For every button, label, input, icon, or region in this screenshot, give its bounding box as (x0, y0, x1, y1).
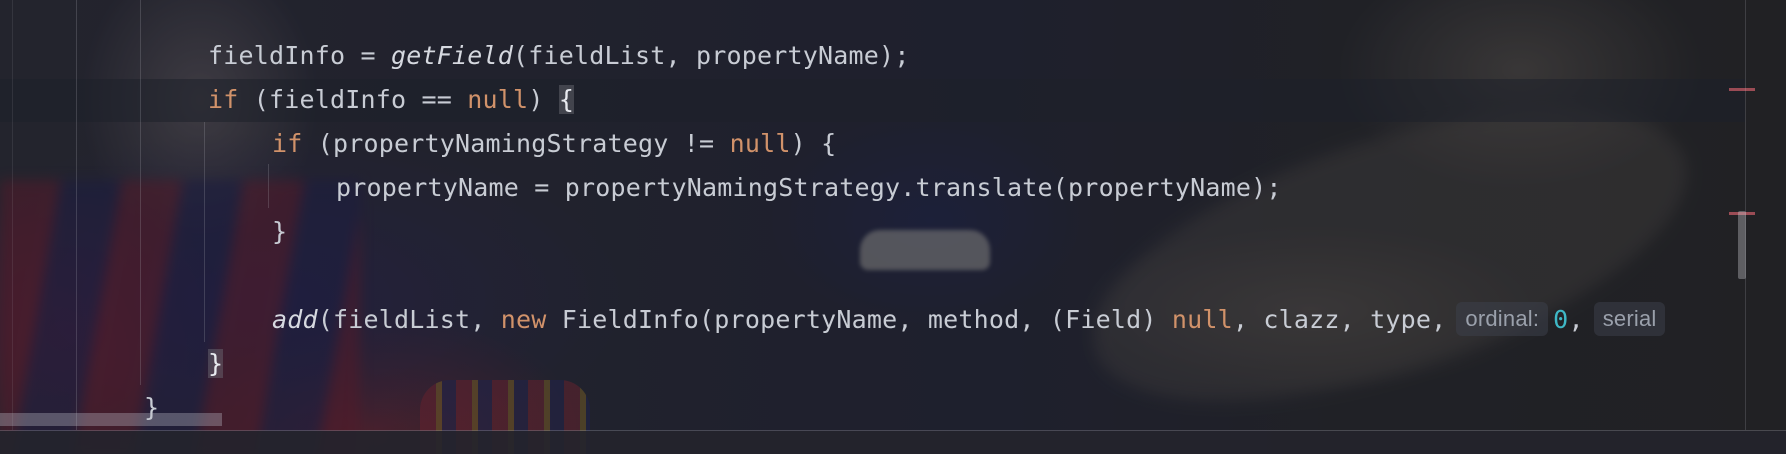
editor-right-margin (1745, 0, 1746, 430)
code-token-method: add (272, 305, 318, 334)
matched-brace: { (558, 85, 575, 114)
code-token: propertyName = propertyNamingStrategy.tr… (336, 173, 1282, 202)
code-token-keyword: null (1171, 305, 1233, 334)
code-token: fieldInfo = (208, 41, 392, 70)
code-token: , (1568, 305, 1584, 334)
code-line-5[interactable]: } (272, 210, 287, 254)
error-stripe-marker[interactable] (1729, 88, 1755, 91)
indent-guide (76, 0, 77, 430)
code-token-number: 0 (1553, 305, 1569, 334)
code-token: } (272, 217, 288, 246)
editor-bottom-strip (0, 431, 1786, 454)
code-token: ) { (790, 129, 837, 158)
code-line-8[interactable]: } (208, 342, 224, 386)
code-token: , clazz, type, (1232, 305, 1447, 334)
code-token: (fieldList, propertyName); (513, 41, 910, 70)
gutter-edge (12, 0, 13, 430)
code-token: (fieldInfo == (238, 85, 468, 114)
code-token: FieldInfo(propertyName, method, (Field) (546, 305, 1172, 334)
code-token-keyword: new (500, 305, 547, 334)
code-token: ) (528, 85, 559, 114)
code-token: (fieldList, (317, 305, 501, 334)
code-line-7[interactable]: add(fieldList, new FieldInfo(propertyNam… (272, 298, 1670, 342)
code-line-2[interactable]: if (fieldInfo == null) { (208, 78, 575, 122)
code-line-1[interactable]: fieldInfo = getField(fieldList, property… (208, 34, 910, 78)
code-token-keyword: if (272, 129, 303, 158)
code-token-keyword: null (729, 129, 791, 158)
code-token-keyword: if (208, 85, 239, 114)
code-token-keyword: null (467, 85, 529, 114)
horizontal-scrollbar-thumb[interactable] (0, 413, 222, 426)
inlay-hint-ordinal: ordinal: (1456, 302, 1549, 336)
matched-brace: } (208, 349, 224, 378)
inlay-hint-serial: serial (1593, 302, 1666, 336)
indent-guide (268, 164, 269, 208)
code-token: (propertyNamingStrategy != (302, 129, 730, 158)
code-line-3[interactable]: if (propertyNamingStrategy != null) { (272, 122, 836, 166)
code-line-4[interactable]: propertyName = propertyNamingStrategy.tr… (336, 166, 1282, 210)
indent-guide (140, 0, 141, 385)
code-token-method: getField (391, 41, 514, 70)
indent-guide (204, 122, 205, 342)
code-editor[interactable]: fieldInfo = getField(fieldList, property… (0, 0, 1786, 454)
